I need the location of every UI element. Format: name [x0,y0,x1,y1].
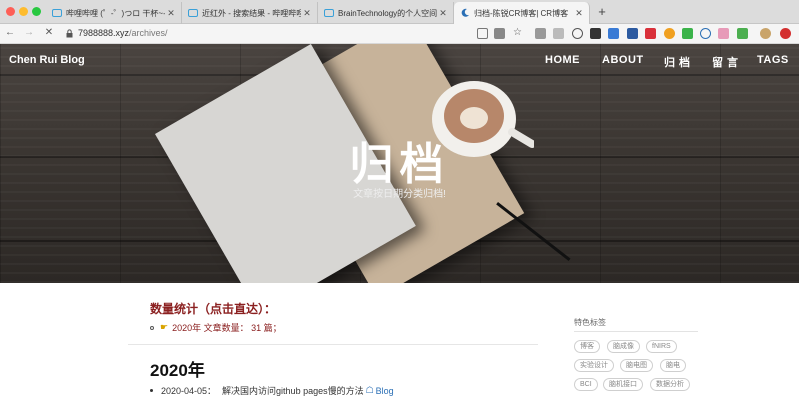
extension-mail-icon[interactable] [535,28,546,39]
tab-close-icon[interactable]: ✕ [301,8,313,19]
pen-image [496,202,571,262]
extension-loop-icon[interactable] [700,28,711,39]
bookmark-star-icon[interactable]: ☆ [512,28,523,39]
extension-share-icon[interactable] [682,28,693,39]
stats-item-2020[interactable]: ☛ 2020年 文章数量： 31 篇； [150,321,282,334]
extension-counter-icon[interactable] [553,28,564,39]
tag-pill[interactable]: fNIRS [646,340,677,353]
url-path: /archives/ [129,28,168,38]
close-window-button[interactable] [6,7,15,16]
list-bullet [150,389,153,392]
tab-close-icon[interactable]: ✕ [437,8,449,19]
stats-heading: 数量统计（点击直达）： [150,302,277,316]
new-tab-button[interactable]: + [595,5,609,19]
browser-tab-space[interactable]: BrainTechnology的个人空间 - 哔 ✕ [318,2,454,24]
tag-pill[interactable]: 实验设计 [574,359,614,372]
tab-close-icon[interactable]: ✕ [165,8,177,19]
forward-arrow-icon[interactable]: → [23,27,35,38]
extension-pink-icon[interactable] [718,28,729,39]
tag-pill[interactable]: 博客 [574,340,600,353]
open-in-app-icon[interactable] [477,28,488,39]
extension-grammar-icon[interactable] [608,28,619,39]
page-title: 归档 [349,140,450,189]
nav-home[interactable]: HOME [545,54,580,66]
translate-icon[interactable] [494,28,505,39]
browser-tab-archive[interactable]: 归档-陈锐CR博客| CR博客 ✕ [454,2,590,24]
tab-title: BrainTechnology的个人空间 - 哔 [338,8,437,18]
extension-game-icon[interactable] [590,28,601,39]
nav-tags[interactable]: TAGS [757,54,789,66]
browser-toolbar: ← → ✕ 7988888.xyz/archives/ ☆ [0,24,799,44]
extension-doc-icon[interactable] [627,28,638,39]
site-brand[interactable]: Chen Rui Blog [9,54,85,66]
lock-icon [66,29,73,38]
browser-tab-bar: 哔哩哔哩 (゜-゜)つロ 干杯~-bili ✕ 近红外 - 搜索结果 - 哔哩哔… [0,0,799,24]
nav-archive[interactable]: 归 档 [664,54,691,70]
profile-avatar[interactable] [760,28,771,39]
archive-content: 数量统计（点击直达）： ☛ 2020年 文章数量： 31 篇； 2020年 20… [0,283,799,400]
extension-pdf-icon[interactable] [645,28,656,39]
year-heading: 2020年 [150,361,205,380]
address-bar[interactable]: 7988888.xyz/archives/ [78,28,168,38]
minimize-window-button[interactable] [19,7,28,16]
url-host: 7988888.xyz [78,28,130,38]
archive-post-item[interactable]: 2020-04-05： 解决国内访问github pages慢的方法 ☖ Blo… [150,384,394,397]
extension-chrome-icon[interactable] [664,28,675,39]
tab-close-icon[interactable]: ✕ [573,8,585,19]
stats-item-label: 2020年 文章数量： 31 篇； [172,323,282,333]
list-bullet [150,325,154,330]
post-category-link[interactable]: Blog [376,386,394,396]
tab-title: 近红外 - 搜索结果 - 哔哩哔哩弹 [202,8,301,18]
folder-icon: ☖ [365,385,374,395]
sidebar-tags-heading: 特色标签 [574,318,606,327]
tag-pill[interactable]: 脑电 [660,359,686,372]
tab-title: 归档-陈锐CR博客| CR博客 [474,8,569,18]
divider [574,331,698,332]
browser-tab-search[interactable]: 近红外 - 搜索结果 - 哔哩哔哩弹 ✕ [182,2,318,24]
loading-icon [461,8,469,17]
tag-pill[interactable]: 脑机接口 [603,378,643,391]
divider [128,344,538,345]
tag-pill[interactable]: BCI [574,378,598,391]
bilibili-icon [52,9,62,17]
bilibili-icon [324,9,334,17]
update-alert-icon[interactable] [780,28,791,39]
zoom-window-button[interactable] [32,7,41,16]
tab-title: 哔哩哔哩 (゜-゜)つロ 干杯~-bili [66,8,165,18]
extension-block-icon[interactable] [572,28,583,39]
tag-pill[interactable]: 脑电图 [620,359,653,372]
bilibili-icon [188,9,198,17]
stop-loading-icon[interactable]: ✕ [43,27,55,38]
post-date: 2020-04-05： [161,386,217,396]
pointing-hand-icon: ☛ [160,322,169,332]
tag-pill[interactable]: 数据分析 [650,378,690,391]
tag-pill[interactable]: 脑成像 [607,340,640,353]
extension-green-icon[interactable] [737,28,748,39]
nav-guestbook[interactable]: 留 言 [712,54,739,70]
nav-about[interactable]: ABOUT [602,54,644,66]
browser-tab-bilibili[interactable]: 哔哩哔哩 (゜-゜)つロ 干杯~-bili ✕ [46,2,182,24]
post-title-link[interactable]: 解决国内访问github pages慢的方法 [222,384,364,397]
page-subtitle: 文章按日期分类归档! [353,189,446,200]
back-arrow-icon[interactable]: ← [4,27,16,38]
